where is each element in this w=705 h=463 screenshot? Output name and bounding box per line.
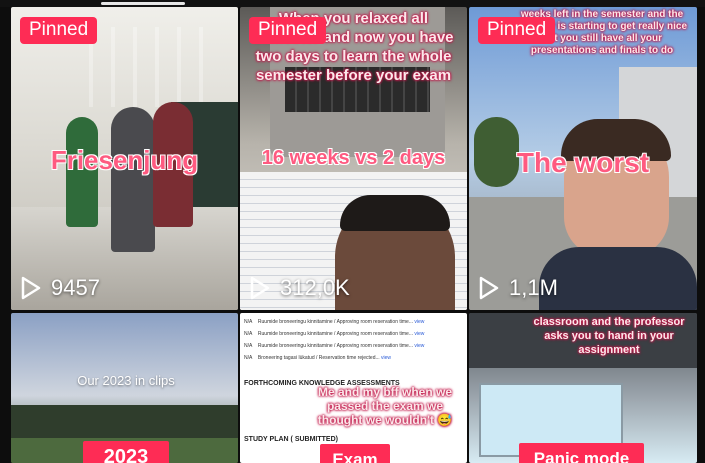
video-label: Exam	[320, 444, 390, 463]
document-row: N/A Ruumide broneeringu kinnitamine / Ap…	[244, 319, 425, 325]
pinned-badge: Pinned	[478, 17, 556, 44]
pinned-badge: Pinned	[20, 17, 98, 44]
video-overlay-text: classroom and the professor asks you to …	[533, 316, 685, 356]
video-tile-3[interactable]: weeks left in the semester and the weath…	[469, 7, 697, 310]
profile-tab-bar	[0, 0, 705, 7]
view-count-value: 9457	[51, 275, 100, 300]
view-count: 1,1M	[479, 275, 558, 301]
video-tile-6[interactable]: classroom and the professor asks you to …	[469, 313, 697, 463]
play-icon	[250, 276, 270, 300]
document-row: N/A Ruumide broneeringu kinnitamine / Ap…	[244, 343, 425, 349]
view-count: 9457	[21, 275, 100, 301]
video-caption: 16 weeks vs 2 days	[261, 147, 446, 169]
pinned-badge: Pinned	[249, 17, 327, 44]
video-tile-1[interactable]: Pinned Friesenjung 9457	[11, 7, 238, 310]
play-icon	[21, 276, 41, 300]
mascot-grey	[111, 107, 155, 252]
document-row: N/A Ruumide broneeringu kinnitamine / Ap…	[244, 331, 425, 337]
video-label: Panic mode	[519, 443, 644, 463]
view-count: 312,0K	[250, 275, 350, 301]
video-label: 2023	[83, 441, 169, 463]
play-icon	[479, 276, 499, 300]
video-caption: Friesenjung	[50, 145, 199, 175]
active-tab-indicator	[101, 2, 185, 5]
video-caption: The worst	[516, 147, 650, 178]
suit	[539, 247, 697, 310]
profile-video-grid-screen: Pinned Friesenjung 9457 When you relaxed…	[0, 0, 705, 463]
video-tile-2[interactable]: When you relaxed all semester and now yo…	[240, 7, 467, 310]
view-count-value: 1,1M	[509, 275, 558, 300]
video-overlay-text: Our 2023 in clips	[77, 373, 175, 388]
man-hair	[340, 195, 450, 231]
document-row: N/A Broneering tagasi lükatud / Reservat…	[244, 355, 392, 361]
video-grid: Pinned Friesenjung 9457 When you relaxed…	[0, 7, 705, 463]
video-tile-4[interactable]: Our 2023 in clips 2023	[11, 313, 238, 463]
video-overlay-text: Me and my bff when we passed the exam we…	[317, 385, 453, 427]
view-count-value: 312,0K	[280, 275, 350, 300]
video-tile-5[interactable]: N/A Ruumide broneeringu kinnitamine / Ap…	[240, 313, 467, 463]
document-section-heading: STUDY PLAN ( SUBMITTED)	[244, 436, 338, 443]
